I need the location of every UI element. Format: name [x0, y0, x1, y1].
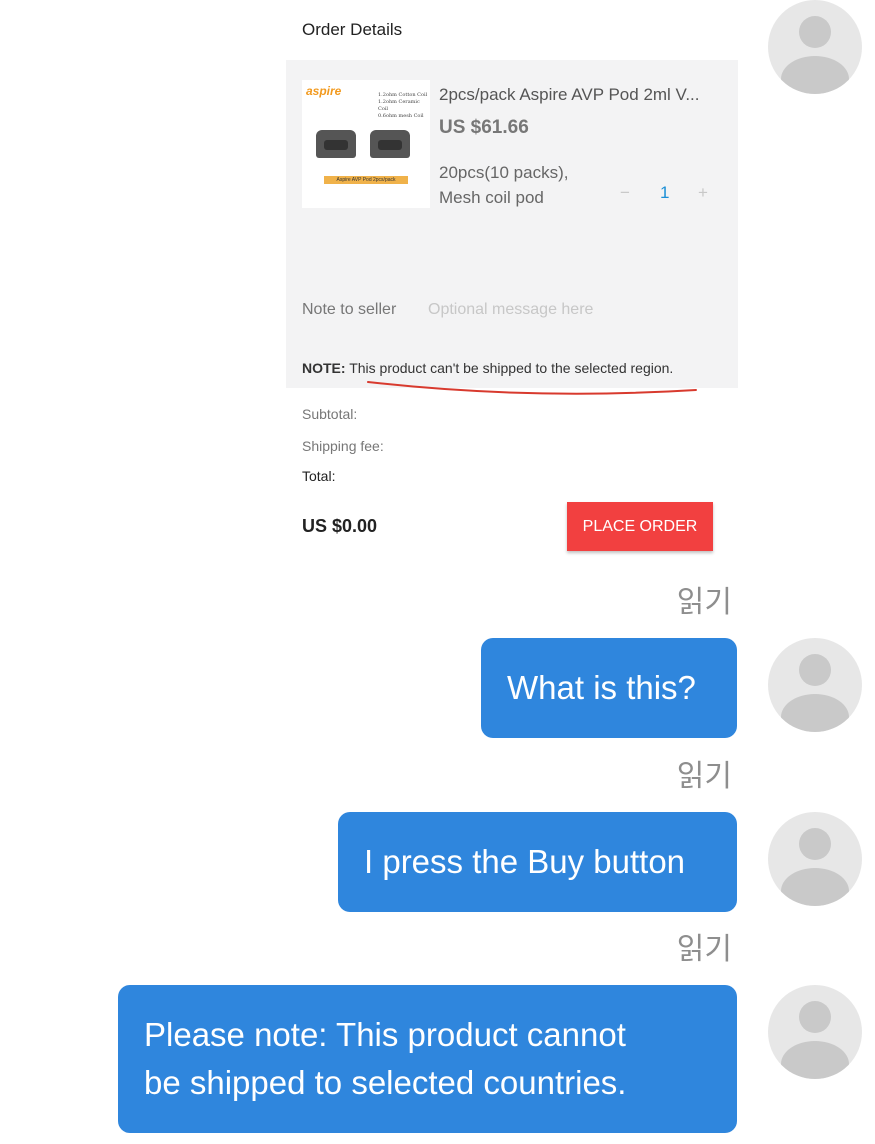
thumbnail-band: Aspire AVP Pod 2pcs/pack: [324, 176, 408, 184]
notice-text: This product can't be shipped to the sel…: [345, 360, 674, 376]
chat-message-bubble[interactable]: I press the Buy button: [338, 812, 737, 912]
increase-quantity-button[interactable]: +: [698, 183, 708, 203]
message-text-line: be shipped to selected countries.: [144, 1064, 627, 1101]
pod-image: [316, 130, 356, 158]
total-label: Total:: [302, 468, 336, 484]
total-value: US $0.00: [302, 516, 378, 536]
avatar[interactable]: [768, 985, 862, 1079]
notice-prefix: NOTE:: [302, 360, 346, 376]
read-receipt: 읽기: [676, 932, 732, 967]
avatar[interactable]: [768, 638, 862, 732]
read-receipt: 읽기: [676, 585, 732, 620]
shipping-fee-label: Shipping fee:: [302, 438, 384, 454]
product-thumbnail: aspire 1.2ohm Cotton Coil 1.2ohm Ceramic…: [302, 80, 430, 208]
read-receipt: 읽기: [676, 759, 732, 794]
order-details-screenshot[interactable]: Order Details aspire 1.2ohm Cotton Coil …: [286, 0, 738, 562]
product-price: US $61.66: [439, 117, 529, 138]
chat-message-bubble[interactable]: Please note: This product cannot be ship…: [118, 985, 737, 1133]
message-text: I press the Buy button: [364, 843, 686, 880]
shipping-notice: NOTE: This product can't be shipped to t…: [302, 360, 673, 376]
note-to-seller-input[interactable]: Optional message here: [428, 301, 593, 319]
note-to-seller-label: Note to seller: [302, 301, 397, 318]
message-text: What is this?: [507, 669, 696, 706]
order-details-title: Order Details: [302, 20, 403, 39]
aspire-logo: aspire: [306, 84, 342, 98]
chat-message-bubble[interactable]: What is this?: [481, 638, 737, 738]
decrease-quantity-button[interactable]: −: [620, 183, 630, 203]
place-order-button[interactable]: PLACE ORDER: [567, 502, 713, 551]
product-variant: 20pcs(10 packs), Mesh coil pod: [439, 163, 569, 207]
pod-image: [370, 130, 410, 158]
quantity-value: 1: [660, 183, 670, 202]
thumbnail-specs: 1.2ohm Cotton Coil 1.2ohm Ceramic Coil 0…: [378, 92, 428, 119]
subtotal-label: Subtotal:: [302, 406, 358, 422]
avatar[interactable]: [768, 812, 862, 906]
red-underline-annotation: [367, 381, 697, 395]
avatar[interactable]: [768, 0, 862, 94]
message-text-line: Please note: This product cannot: [144, 1016, 626, 1053]
product-name: 2pcs/pack Aspire AVP Pod 2ml V...: [439, 85, 700, 104]
